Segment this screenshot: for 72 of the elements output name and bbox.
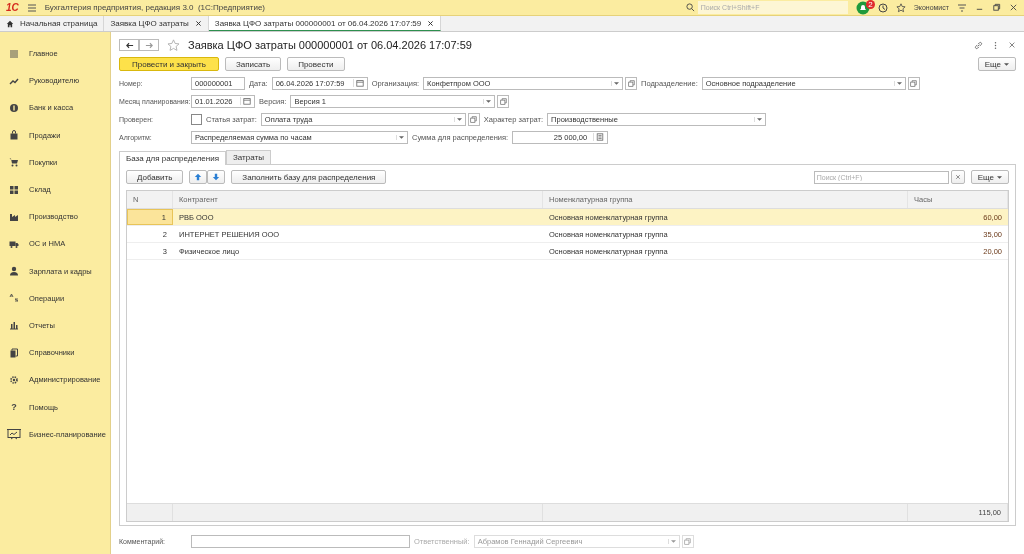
open-button[interactable] — [681, 534, 694, 548]
calculator-icon[interactable] — [593, 133, 605, 141]
add-button[interactable]: Добавить — [126, 170, 184, 184]
restore-icon[interactable] — [992, 3, 1001, 12]
action-button[interactable]: Провести и закрыть — [119, 57, 219, 71]
calendar-icon[interactable] — [352, 79, 364, 87]
books-icon — [9, 347, 19, 358]
settings-icon — [9, 374, 19, 385]
form-title: Заявка ЦФО затраты 000000001 от 06.04.2026 17:07:59 — [188, 39, 472, 51]
more-button[interactable]: Еще — [977, 57, 1016, 71]
open-button[interactable] — [625, 76, 638, 90]
fill-button[interactable]: Заполнить базу для распределения — [231, 170, 387, 184]
arrow-up-icon — [194, 173, 203, 181]
caret-icon[interactable] — [483, 98, 492, 104]
cart-icon — [9, 157, 19, 168]
move-up-button[interactable] — [189, 170, 208, 184]
bag-icon — [9, 130, 19, 141]
link-icon[interactable] — [974, 40, 983, 50]
caret-icon[interactable] — [893, 80, 902, 86]
open-button[interactable] — [907, 76, 920, 90]
more-button[interactable]: Еще — [970, 170, 1009, 184]
action-button[interactable]: Записать — [224, 57, 282, 71]
notification-count: 2 — [866, 0, 875, 9]
calendar-icon[interactable] — [240, 97, 251, 105]
coin-icon — [9, 102, 19, 113]
open-button[interactable] — [467, 112, 480, 126]
star-icon[interactable] — [167, 38, 180, 52]
arrow-left-icon — [124, 40, 134, 50]
history-icon[interactable] — [877, 2, 888, 13]
home-icon — [6, 19, 14, 28]
window-tab[interactable]: Начальная страница — [0, 16, 105, 31]
close-icon[interactable] — [1009, 3, 1018, 12]
person-icon — [9, 266, 19, 277]
arrow-down-icon — [212, 173, 221, 181]
window-tab[interactable]: Заявка ЦФО затраты — [104, 16, 209, 31]
window-tab[interactable]: Заявка ЦФО затраты 000000001 от 06.04.2026 17:07:59 — [208, 16, 442, 31]
help-icon: ? — [11, 402, 17, 413]
operations-icon — [9, 293, 19, 304]
open-window-icon — [910, 79, 918, 87]
comment-field[interactable] — [191, 534, 410, 548]
notification-bell-icon[interactable] — [855, 0, 870, 15]
close-icon[interactable] — [427, 19, 435, 27]
open-window-icon — [499, 97, 507, 105]
logo: 1С — [6, 2, 19, 13]
open-window-icon — [470, 115, 478, 123]
close-icon[interactable] — [194, 20, 202, 27]
filter-icon[interactable] — [957, 2, 967, 13]
presentation-board-icon — [7, 428, 21, 441]
caret-icon[interactable] — [396, 134, 404, 140]
clear-button[interactable] — [950, 170, 965, 184]
open-window-icon — [684, 537, 692, 545]
checkbox[interactable] — [191, 113, 202, 125]
close-icon — [954, 174, 961, 180]
factory-icon — [9, 211, 19, 222]
action-button[interactable]: Провести — [287, 57, 345, 71]
move-down-button[interactable] — [207, 170, 226, 184]
grid-icon — [9, 184, 19, 195]
bar-chart-icon — [9, 320, 19, 331]
star-icon[interactable] — [895, 2, 906, 13]
caret-icon — [997, 174, 1002, 180]
caret-icon[interactable] — [754, 116, 763, 122]
app-title: Бухгалтерия предприятия, редакция 3.0 (1С:Предприятие) — [44, 3, 266, 12]
form-tab[interactable]: Затраты — [226, 150, 271, 164]
form-tab[interactable]: База для распределения — [119, 151, 226, 165]
open-button[interactable] — [497, 94, 510, 108]
arrow-right-icon — [144, 40, 154, 50]
open-window-icon — [627, 79, 635, 87]
caret-icon — [1004, 61, 1009, 67]
caret-icon[interactable] — [453, 116, 462, 122]
search-icon — [685, 3, 695, 12]
caret-icon[interactable] — [611, 80, 620, 86]
back-button[interactable] — [119, 39, 139, 51]
